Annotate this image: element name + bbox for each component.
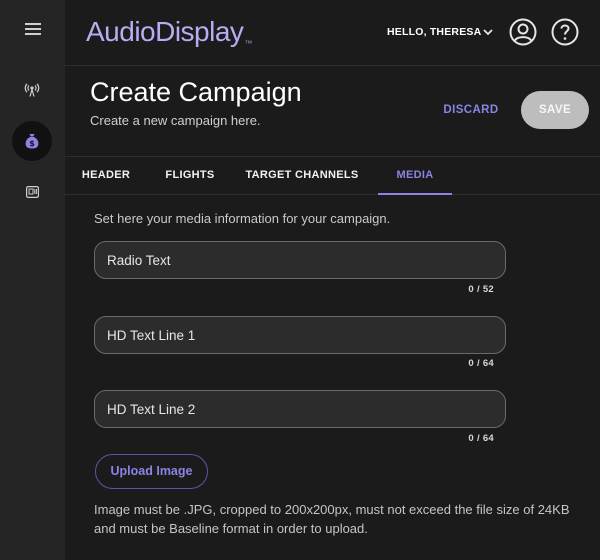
discard-button[interactable]: DISCARD — [432, 100, 510, 120]
logo-trademark: ™ — [244, 39, 252, 48]
media-intro-text: Set here your media information for your… — [94, 211, 391, 226]
hamburger-menu-icon[interactable] — [25, 23, 41, 36]
app-logo[interactable]: AudioDisplay™ — [86, 16, 252, 48]
user-account-icon[interactable] — [509, 18, 537, 46]
hd-text-line-2-input[interactable] — [95, 391, 505, 427]
tab-target-channels[interactable]: TARGET CHANNELS — [243, 157, 361, 195]
image-requirements-note: Image must be .JPG, cropped to 200x200px… — [94, 502, 570, 536]
hd-text-line-1-input[interactable] — [95, 317, 505, 353]
tab-header[interactable]: HEADER — [65, 157, 147, 195]
help-icon[interactable] — [551, 18, 579, 46]
radio-text-counter: 0 / 52 — [468, 284, 494, 295]
hd-text-line-2-field[interactable] — [94, 390, 506, 428]
money-bag-icon: $ — [25, 134, 39, 149]
svg-text:$: $ — [29, 139, 35, 148]
media-player-icon — [25, 186, 39, 198]
broadcast-icon — [24, 83, 40, 97]
logo-text: AudioDisplay — [86, 16, 244, 47]
upload-image-button[interactable]: Upload Image — [95, 454, 208, 489]
user-greeting[interactable]: HELLO, THERESA — [387, 26, 481, 38]
tab-media[interactable]: MEDIA — [378, 157, 452, 195]
side-rail: $ — [0, 0, 65, 560]
hd-text-line-1-field[interactable] — [94, 316, 506, 354]
campaign-tabs: HEADER FLIGHTS TARGET CHANNELS MEDIA — [65, 156, 600, 195]
rail-item-media[interactable] — [12, 172, 52, 212]
tab-flights[interactable]: FLIGHTS — [154, 157, 226, 195]
hd-text-line-2-counter: 0 / 64 — [468, 433, 494, 444]
rail-item-campaigns[interactable]: $ — [12, 121, 52, 161]
rail-item-broadcast[interactable] — [12, 70, 52, 110]
top-header: AudioDisplay™ HELLO, THERESA — [65, 0, 600, 66]
page-subtitle: Create a new campaign here. — [90, 113, 261, 128]
radio-text-field[interactable] — [94, 241, 506, 279]
save-button[interactable]: SAVE — [521, 91, 589, 129]
page-title: Create Campaign — [90, 77, 302, 107]
chevron-down-icon[interactable] — [481, 25, 495, 39]
hd-text-line-1-counter: 0 / 64 — [468, 358, 494, 369]
radio-text-input[interactable] — [95, 242, 505, 278]
